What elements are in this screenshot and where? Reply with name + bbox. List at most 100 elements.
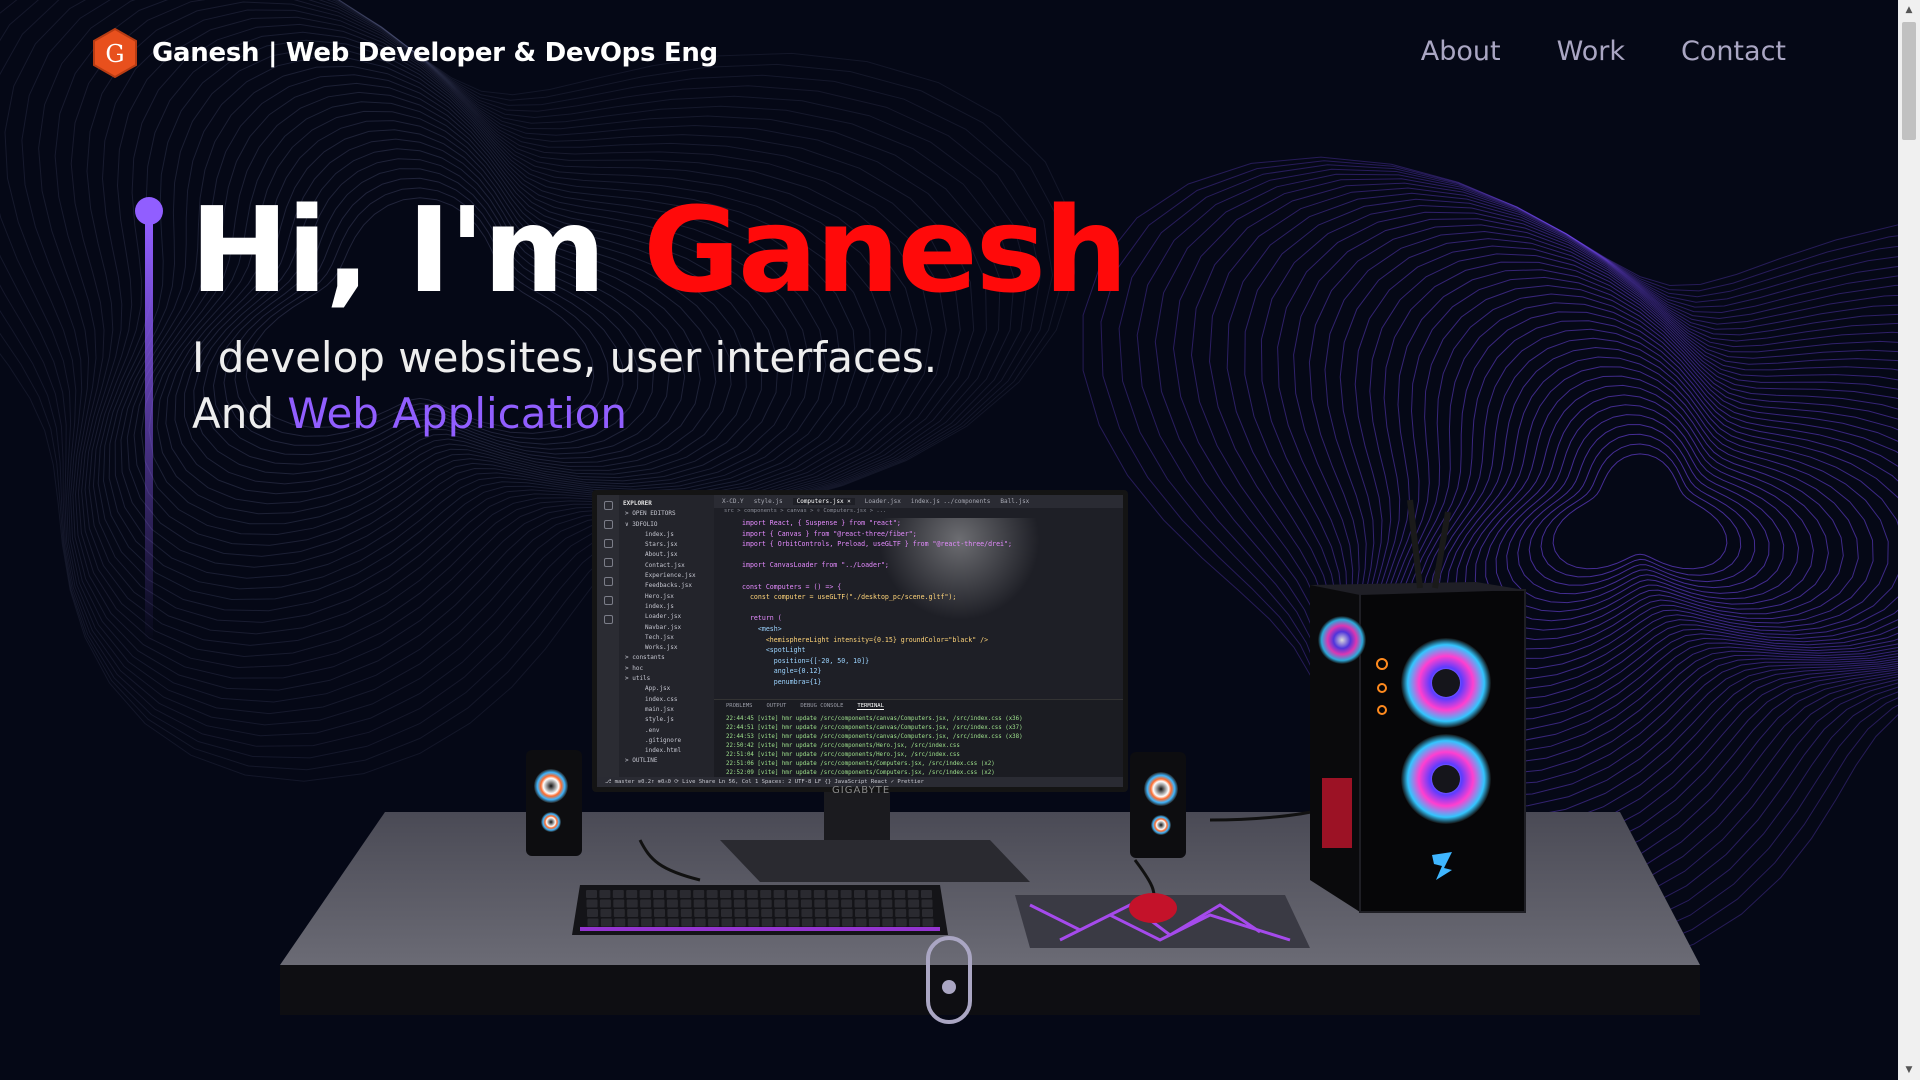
explorer-item[interactable]: index.html <box>623 746 710 756</box>
scroll-up-arrow-icon[interactable]: ▲ <box>1898 0 1920 20</box>
keyboard-key <box>827 890 839 898</box>
explorer-item[interactable]: style.js <box>623 715 710 725</box>
source-control-icon <box>603 539 613 548</box>
keyboard-key <box>681 918 693 927</box>
keyboard-key <box>747 909 759 917</box>
explorer-item[interactable]: .env <box>623 726 710 736</box>
keyboard-key <box>733 899 745 908</box>
keyboard-key <box>707 899 719 908</box>
keyboard-key <box>600 909 612 917</box>
page-scrollbar[interactable]: ▲ ▼ <box>1898 0 1920 1080</box>
panel-tab[interactable]: TERMINAL <box>857 703 884 710</box>
brand-title[interactable]: Ganesh | Web Developer & DevOps Eng <box>152 38 718 68</box>
keyboard-key <box>720 899 732 908</box>
keyboard-key <box>653 890 664 898</box>
keyboard-key <box>626 899 638 908</box>
scrollbar-thumb[interactable] <box>1902 22 1916 140</box>
keyboard-key <box>707 909 719 917</box>
explorer-item[interactable]: > OUTLINE <box>623 756 710 766</box>
keyboard-key <box>775 918 787 927</box>
explorer-item[interactable]: ∨ 3DFOLIO <box>623 520 710 530</box>
explorer-item[interactable]: .gitignore <box>623 736 710 746</box>
keyboard-key <box>614 918 626 927</box>
terminal-line: 22:44:45 [vite] hmr update /src/componen… <box>726 716 1023 722</box>
keyboard-key <box>787 890 798 898</box>
keyboard-key <box>801 918 813 927</box>
hero-accent-dot <box>135 197 163 225</box>
keyboard-key <box>666 890 678 898</box>
editor-tab[interactable]: Ball.jsx <box>1000 498 1029 505</box>
code-line: import { Canvas } from "@react-three/fib… <box>742 529 917 538</box>
keyboard-key <box>694 918 706 927</box>
keyboard-key <box>693 899 705 908</box>
explorer-item[interactable]: > utils <box>623 674 710 684</box>
explorer-item[interactable]: Experience.jsx <box>623 571 710 581</box>
scroll-down-arrow-icon[interactable]: ▼ <box>1898 1060 1920 1080</box>
keyboard-key <box>599 899 611 908</box>
logo-icon[interactable]: G <box>92 28 138 78</box>
keyboard-key <box>841 899 853 908</box>
keyboard-key <box>813 890 825 898</box>
explorer-item[interactable]: About.jsx <box>623 550 710 560</box>
code-line: <mesh> <box>742 624 782 633</box>
nav-link-about[interactable]: About <box>1421 36 1501 67</box>
explorer-item[interactable]: App.jsx <box>623 684 710 694</box>
keyboard-key <box>721 918 733 927</box>
explorer-item[interactable]: Contact.jsx <box>623 561 710 571</box>
code-line: <spotLight <box>742 646 806 655</box>
explorer-list: > OPEN EDITORS ∨ 3DFOLIO index.js Stars.jsx… <box>623 509 710 766</box>
keyboard-key <box>599 890 611 898</box>
code-line: position={[-20, 50, 10]} <box>742 656 870 665</box>
code-line: import { OrbitControls, Preload, useGLTF… <box>742 540 1012 549</box>
nav-links: About Work Contact <box>1421 36 1786 67</box>
explorer-item[interactable]: > hoc <box>623 664 710 674</box>
keyboard-key <box>640 899 652 908</box>
timeline-icon <box>603 615 613 624</box>
terminal-line: 22:50:42 [vite] hmr update /src/componen… <box>726 743 960 749</box>
code-line: return ( <box>742 614 782 623</box>
panel-tab[interactable]: OUTPUT <box>767 703 787 710</box>
editor-tab[interactable]: X-CD.Y <box>722 498 744 505</box>
editor-tab[interactable]: style.js <box>754 498 783 505</box>
explorer-item[interactable]: main.jsx <box>623 705 710 715</box>
explorer-item[interactable]: Feedbacks.jsx <box>623 581 710 591</box>
explorer-item[interactable]: index.js <box>623 602 710 612</box>
code-line: import CanvasLoader from "../Loader"; <box>742 561 889 570</box>
keyboard-key <box>774 899 786 908</box>
nav-link-work[interactable]: Work <box>1557 36 1625 67</box>
keyboard-key <box>694 909 706 917</box>
explorer-item[interactable]: Loader.jsx <box>623 612 710 622</box>
keyboard-key <box>761 918 773 927</box>
editor-tab[interactable]: Loader.jsx <box>865 498 901 505</box>
code-line: const Computers = () => { <box>742 582 842 591</box>
pc-gpu <box>1322 778 1352 848</box>
keyboard-key <box>921 899 933 908</box>
editor-tab[interactable]: index.js ../components <box>911 498 990 505</box>
terminal-line: 22:44:53 [vite] hmr update /src/componen… <box>726 734 1023 740</box>
explorer-item[interactable]: Works.jsx <box>623 643 710 653</box>
hero-subtitle-prefix: And <box>192 389 288 438</box>
explorer-item[interactable]: Tech.jsx <box>623 633 710 643</box>
explorer-item[interactable]: Stars.jsx <box>623 540 710 550</box>
panel-tab[interactable]: PROBLEMS <box>726 703 753 710</box>
explorer-item[interactable]: index.css <box>623 695 710 705</box>
explorer-item[interactable]: Navbar.jsx <box>623 623 710 633</box>
explorer-item[interactable]: > OPEN EDITORS <box>623 509 710 519</box>
panel-tab[interactable]: DEBUG CONSOLE <box>800 703 843 710</box>
antenna-right <box>1432 511 1451 589</box>
explorer-item[interactable]: > constants <box>623 653 710 663</box>
nav-link-contact[interactable]: Contact <box>1681 36 1786 67</box>
keyboard-key <box>867 890 879 898</box>
explorer-item[interactable]: index.js <box>623 530 710 540</box>
keyboard-key <box>640 909 652 917</box>
hero-greeting: Hi, I'm <box>190 181 644 319</box>
pc-fan-bottom-hub <box>1432 765 1460 793</box>
scroll-down-indicator[interactable] <box>926 936 972 1024</box>
code-area: import React, { Suspense } from "react";… <box>714 518 1123 699</box>
keyboard-key <box>667 918 679 927</box>
keyboard-key <box>814 909 826 917</box>
editor-tab[interactable]: Computers.jsx × <box>792 498 855 505</box>
explorer-item[interactable]: Hero.jsx <box>623 592 710 602</box>
